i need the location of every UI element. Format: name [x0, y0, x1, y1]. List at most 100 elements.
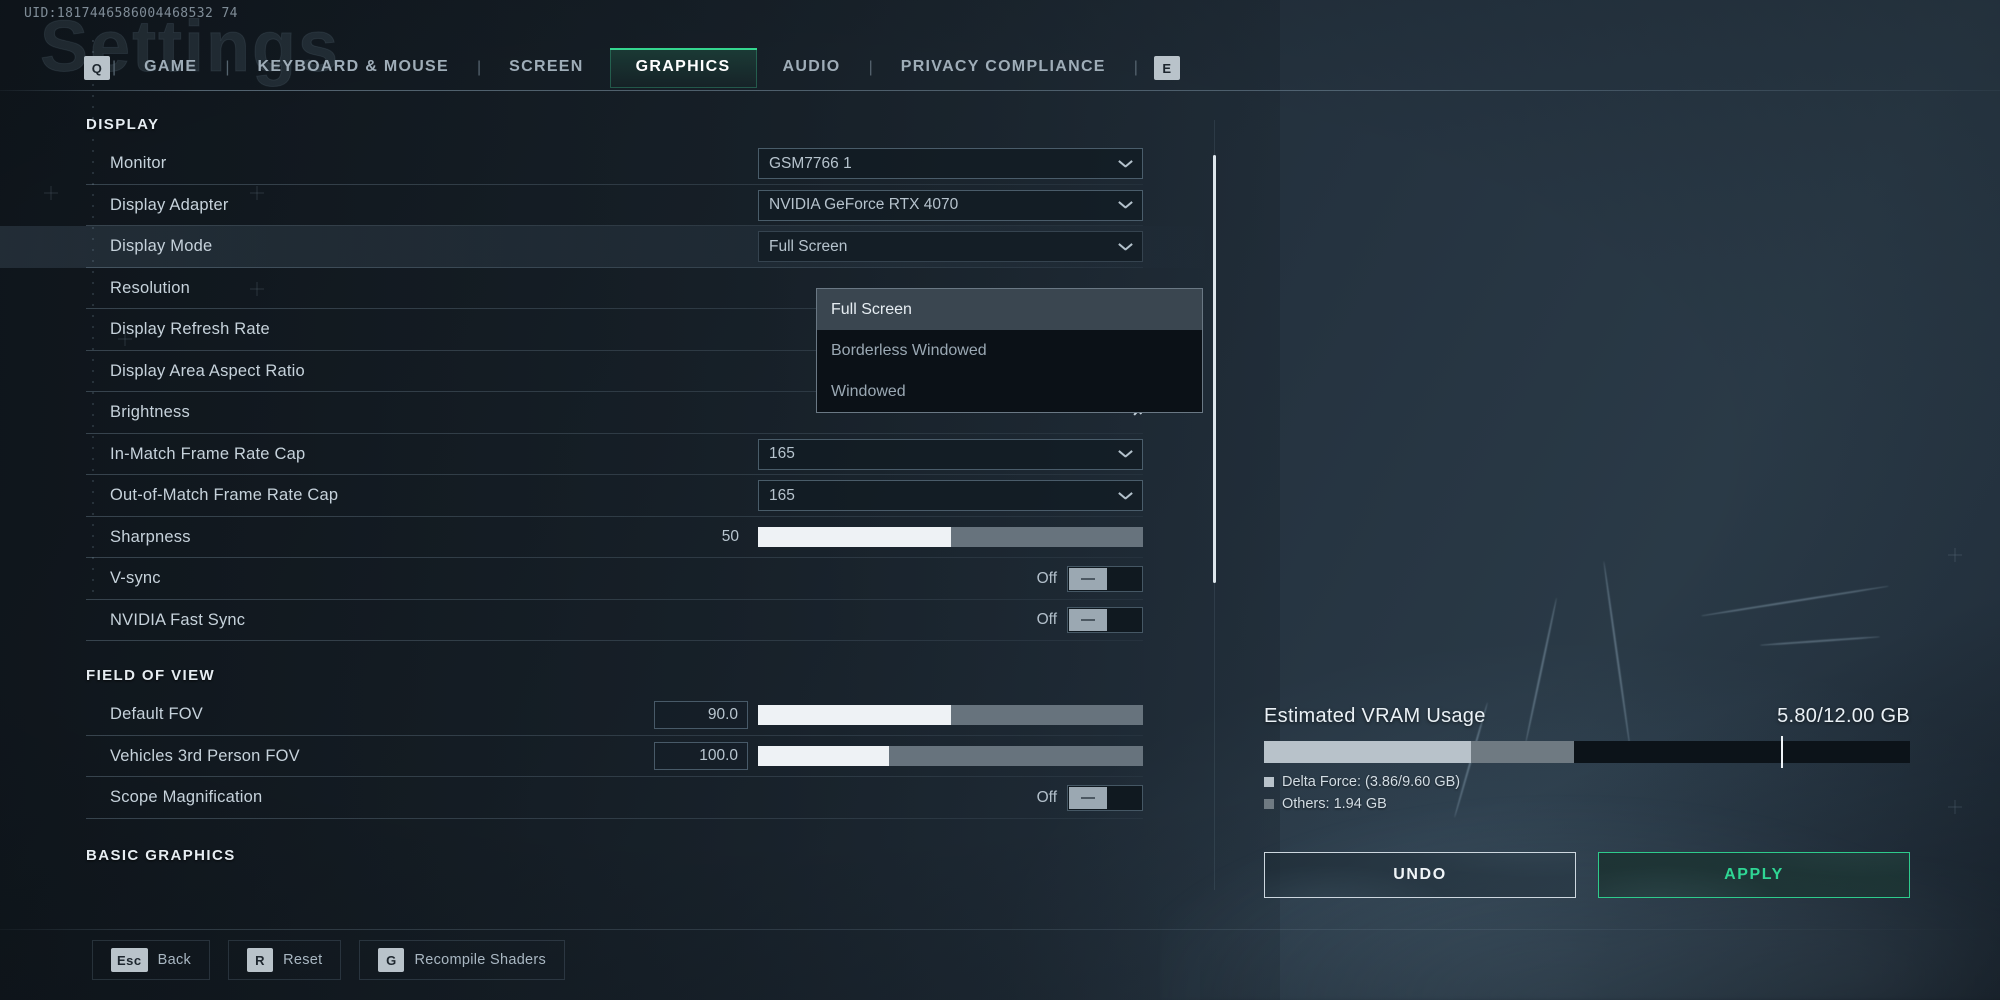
row-display-adapter[interactable]: Display Adapter NVIDIA GeForce RTX 4070 — [0, 185, 1215, 227]
vehicles-3rd-person-fov-value[interactable]: 100.0 — [654, 742, 748, 771]
row-in-match-frame-rate-cap[interactable]: In-Match Frame Rate Cap 165 — [0, 434, 1215, 476]
next-tab-key-hint[interactable]: E — [1153, 56, 1180, 80]
dropdown-option-borderless-windowed[interactable]: Borderless Windowed — [817, 330, 1202, 371]
vram-segment-delta-force — [1264, 741, 1471, 763]
display-mode-dropdown[interactable]: Full Screen — [758, 231, 1143, 263]
scope-magnification-toggle[interactable] — [1067, 784, 1143, 811]
row-label: Sharpness — [110, 527, 191, 546]
row-default-fov[interactable]: Default FOV 90.0 — [0, 694, 1215, 736]
toggle-knob — [1069, 786, 1107, 809]
tab-screen[interactable]: SCREEN — [483, 48, 609, 88]
chevron-down-icon — [1119, 155, 1132, 173]
row-label: Display Adapter — [110, 195, 229, 214]
dropdown-option-full-screen[interactable]: Full Screen — [817, 289, 1202, 330]
slider-fill — [758, 746, 889, 767]
action-button-group: UNDO APPLY — [1264, 852, 1910, 898]
undo-button-label: UNDO — [1393, 866, 1447, 883]
chevron-down-icon — [1119, 487, 1132, 505]
vram-usage-bar — [1264, 736, 1910, 768]
monitor-value: GSM7766 1 — [769, 154, 852, 172]
tab-game[interactable]: GAME — [118, 48, 223, 88]
chevron-down-icon — [1119, 238, 1132, 256]
dropdown-option-windowed[interactable]: Windowed — [817, 371, 1202, 412]
display-adapter-value: NVIDIA GeForce RTX 4070 — [769, 196, 959, 214]
toggle-knob — [1069, 609, 1107, 632]
vsync-toggle[interactable] — [1067, 565, 1143, 592]
hint-back[interactable]: Esc Back — [92, 940, 211, 980]
row-label: Display Area Aspect Ratio — [110, 361, 305, 380]
row-label: Scope Magnification — [110, 788, 263, 807]
row-monitor[interactable]: Monitor GSM7766 1 — [0, 143, 1215, 185]
out-of-match-frame-rate-cap-value: 165 — [769, 486, 795, 504]
legend-swatch-icon — [1264, 799, 1274, 809]
legend-label: Delta Force: (3.86/9.60 GB) — [1282, 774, 1461, 790]
prev-tab-key-hint[interactable]: Q — [84, 56, 110, 80]
footer-key-hints: Esc Back R Reset G Recompile Shaders — [0, 938, 2000, 982]
vram-segment-others — [1470, 741, 1575, 763]
row-label: In-Match Frame Rate Cap — [110, 444, 306, 463]
toggle-knob — [1069, 567, 1107, 590]
hint-recompile-shaders[interactable]: G Recompile Shaders — [359, 940, 566, 980]
key-q-icon: Q — [84, 56, 110, 80]
display-mode-dropdown-menu[interactable]: Full Screen Borderless Windowed Windowed — [816, 288, 1203, 413]
apply-button[interactable]: APPLY — [1598, 852, 1910, 898]
row-sharpness[interactable]: Sharpness 50 — [0, 517, 1215, 559]
row-label: V-sync — [110, 569, 161, 588]
tab-graphics[interactable]: GRAPHICS — [609, 48, 757, 88]
out-of-match-frame-rate-cap-dropdown[interactable]: 165 — [758, 480, 1143, 512]
footer-divider — [0, 929, 2000, 930]
row-label: Brightness — [110, 403, 190, 422]
default-fov-value[interactable]: 90.0 — [654, 700, 748, 729]
chevron-down-icon — [1119, 445, 1132, 463]
slider-fill — [758, 704, 951, 725]
vsync-state: Off — [1036, 569, 1057, 587]
row-scope-magnification[interactable]: Scope Magnification Off — [0, 777, 1215, 819]
vram-title: Estimated VRAM Usage — [1264, 705, 1486, 727]
key-r-icon: R — [247, 948, 274, 972]
tab-underline-divider — [0, 90, 2000, 91]
default-fov-slider[interactable] — [758, 704, 1143, 725]
user-uid-label: UID:1817446586004468532 74 — [24, 6, 238, 21]
row-display-mode[interactable]: Display Mode Full Screen — [0, 226, 1215, 268]
tab-separator: | — [868, 59, 873, 76]
tab-privacy-compliance[interactable]: PRIVACY COMPLIANCE — [875, 48, 1132, 88]
key-g-icon: G — [378, 948, 405, 972]
row-label: Default FOV — [110, 705, 203, 724]
legend-swatch-icon — [1264, 777, 1274, 787]
row-nvidia-fast-sync[interactable]: NVIDIA Fast Sync Off — [0, 600, 1215, 642]
undo-button[interactable]: UNDO — [1264, 852, 1576, 898]
section-header-basic-graphics: BASIC GRAPHICS — [86, 846, 236, 864]
tab-keyboard-mouse[interactable]: KEYBOARD & MOUSE — [232, 48, 475, 88]
sharpness-slider[interactable] — [758, 527, 1143, 548]
apply-button-label: APPLY — [1724, 866, 1784, 883]
row-label: Display Mode — [110, 237, 213, 256]
scope-magnification-state: Off — [1036, 788, 1057, 806]
slider-fill — [758, 527, 951, 548]
chevron-down-icon — [1119, 196, 1132, 214]
tab-separator: | — [477, 59, 482, 76]
hint-label: Back — [157, 952, 192, 968]
settings-tab-bar: Q | GAME | KEYBOARD & MOUSE | SCREEN GRA… — [0, 46, 2000, 90]
row-vehicles-3rd-person-fov[interactable]: Vehicles 3rd Person FOV 100.0 — [0, 736, 1215, 778]
vram-amount: 5.80/12.00 GB — [1777, 705, 1910, 727]
display-adapter-dropdown[interactable]: NVIDIA GeForce RTX 4070 — [758, 189, 1143, 221]
in-match-frame-rate-cap-dropdown[interactable]: 165 — [758, 438, 1143, 470]
row-vsync[interactable]: V-sync Off — [0, 558, 1215, 600]
tab-audio[interactable]: AUDIO — [757, 48, 867, 88]
in-match-frame-rate-cap-value: 165 — [769, 445, 795, 463]
row-out-of-match-frame-rate-cap[interactable]: Out-of-Match Frame Rate Cap 165 — [0, 475, 1215, 517]
hint-label: Reset — [283, 952, 323, 968]
monitor-dropdown[interactable]: GSM7766 1 — [758, 148, 1143, 180]
hint-reset[interactable]: R Reset — [228, 940, 342, 980]
scrollbar-thumb[interactable] — [1213, 155, 1216, 583]
row-label: Resolution — [110, 278, 190, 297]
nvidia-fast-sync-toggle[interactable] — [1067, 607, 1143, 634]
estimated-vram-usage-panel: Estimated VRAM Usage 5.80/12.00 GB Delta… — [1264, 705, 1910, 812]
row-label: Display Refresh Rate — [110, 320, 270, 339]
key-e-icon: E — [1153, 56, 1180, 80]
hint-label: Recompile Shaders — [414, 952, 547, 968]
section-header-field-of-view: FIELD OF VIEW — [86, 667, 216, 684]
vram-legend-item: Delta Force: (3.86/9.60 GB) — [1264, 774, 1910, 790]
vehicles-3rd-person-fov-slider[interactable] — [758, 746, 1143, 767]
sharpness-value: 50 — [721, 528, 739, 546]
